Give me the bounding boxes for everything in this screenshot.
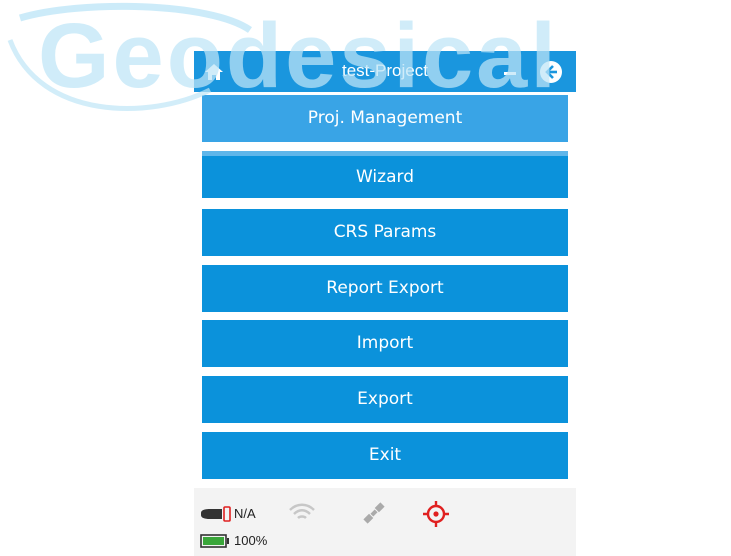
satellite-icon[interactable]	[360, 499, 388, 527]
minimize-button[interactable]	[500, 61, 522, 83]
title-bar: test-Project	[194, 51, 576, 92]
receiver-battery-status: N/A	[234, 506, 256, 521]
wifi-icon[interactable]	[288, 502, 316, 524]
device-battery-level: 100%	[234, 533, 268, 548]
battery-icon	[200, 534, 229, 548]
receiver-icon	[201, 506, 231, 522]
status-bar: N/A 100%	[194, 488, 576, 556]
report-export-button[interactable]: Report Export	[202, 265, 568, 312]
crs-params-button[interactable]: CRS Params	[202, 209, 568, 256]
export-button[interactable]: Export	[202, 376, 568, 423]
gps-target-icon[interactable]	[422, 500, 450, 528]
proj-management-button[interactable]: Proj. Management	[202, 95, 568, 142]
project-menu-window: test-Project Proj. Management Wizard CRS…	[194, 51, 576, 556]
wizard-button[interactable]: Wizard	[202, 151, 568, 198]
exit-button[interactable]: Exit	[202, 432, 568, 479]
back-arrow-icon[interactable]	[539, 60, 563, 84]
import-button[interactable]: Import	[202, 320, 568, 367]
